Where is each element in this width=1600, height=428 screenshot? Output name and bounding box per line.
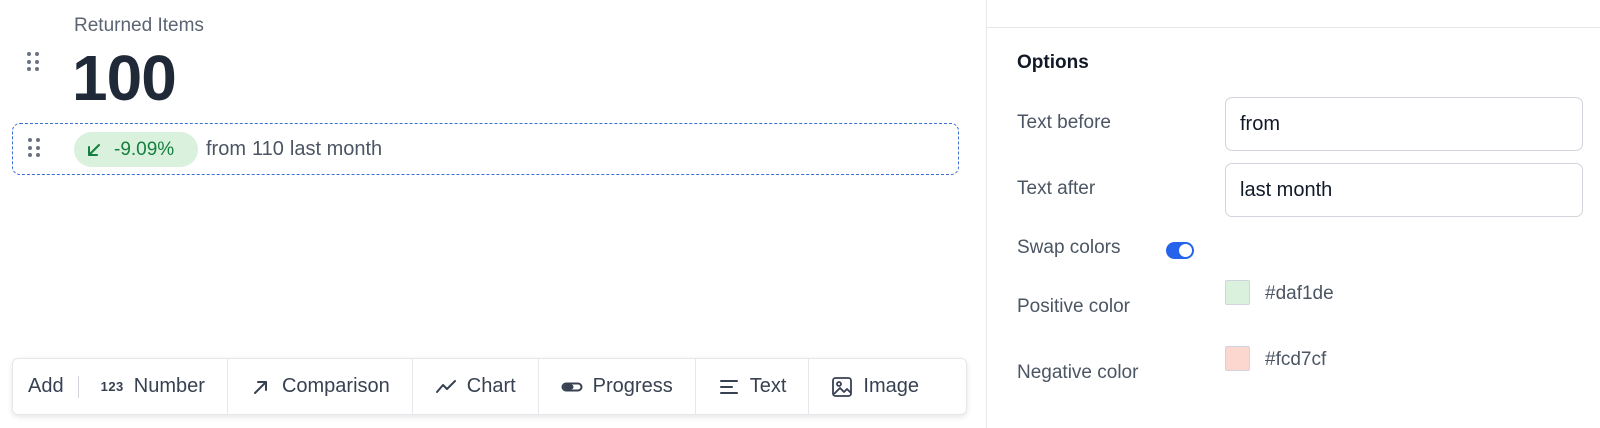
negative-color-label: Negative color xyxy=(1017,362,1139,383)
add-image-label: Image xyxy=(863,375,919,397)
negative-color-hex[interactable]: #fcd7cf xyxy=(1265,349,1326,371)
add-comparison-label: Comparison xyxy=(281,375,390,397)
positive-color-swatch[interactable] xyxy=(1225,280,1250,305)
toggle-knob xyxy=(1179,244,1192,257)
add-progress-label: Progress xyxy=(592,375,673,397)
add-number-label: Number xyxy=(133,375,205,397)
text-align-icon xyxy=(719,379,738,394)
add-text-button[interactable]: Text xyxy=(696,359,810,414)
drag-handle-icon[interactable] xyxy=(27,52,41,72)
text-after-input[interactable] xyxy=(1225,163,1583,217)
number-icon: 123 xyxy=(100,379,124,394)
comparison-text-before: from xyxy=(206,138,246,160)
kpi-title: Returned Items xyxy=(74,15,204,36)
text-before-label: Text before xyxy=(1017,112,1111,133)
add-number-button[interactable]: 123 Number xyxy=(79,359,228,414)
add-text-label: Text xyxy=(749,375,787,397)
panel-divider xyxy=(987,27,1600,28)
add-chart-button[interactable]: Chart xyxy=(413,359,539,414)
swap-colors-toggle[interactable] xyxy=(1166,242,1194,259)
comparison-block[interactable]: -9.09% from 110 last month xyxy=(12,123,959,175)
toolbar-add-label: Add xyxy=(28,375,64,397)
progress-icon xyxy=(561,382,583,391)
arrow-up-right-icon xyxy=(253,380,267,394)
editor-canvas: Returned Items 100 -9.09% from 110 last … xyxy=(0,0,986,428)
line-chart-icon xyxy=(435,379,456,393)
comparison-text-after: last month xyxy=(289,138,383,160)
comparison-text: from 110 last month xyxy=(206,138,382,161)
add-block-toolbar: Add 123 Number Comparison Chart Progress xyxy=(12,358,967,415)
positive-color-label: Positive color xyxy=(1017,296,1130,317)
comparison-previous-value: 110 xyxy=(252,138,284,160)
delta-badge: -9.09% xyxy=(74,132,198,167)
add-chart-label: Chart xyxy=(466,375,516,397)
negative-color-swatch[interactable] xyxy=(1225,346,1250,371)
text-after-label: Text after xyxy=(1017,178,1096,199)
drag-handle-icon[interactable] xyxy=(28,138,42,158)
positive-color-hex[interactable]: #daf1de xyxy=(1265,283,1334,305)
add-comparison-button[interactable]: Comparison xyxy=(228,359,413,414)
image-icon xyxy=(832,376,853,397)
text-before-input[interactable] xyxy=(1225,97,1583,151)
options-panel: Options Text before Text after Swap colo… xyxy=(986,0,1600,428)
kpi-value: 100 xyxy=(72,42,177,114)
arrow-down-left-icon xyxy=(88,143,100,156)
swap-colors-label: Swap colors xyxy=(1017,237,1121,258)
panel-title: Options xyxy=(1017,52,1089,73)
add-progress-button[interactable]: Progress xyxy=(539,359,696,414)
delta-value: -9.09% xyxy=(114,138,175,160)
add-image-button[interactable]: Image xyxy=(809,359,941,414)
